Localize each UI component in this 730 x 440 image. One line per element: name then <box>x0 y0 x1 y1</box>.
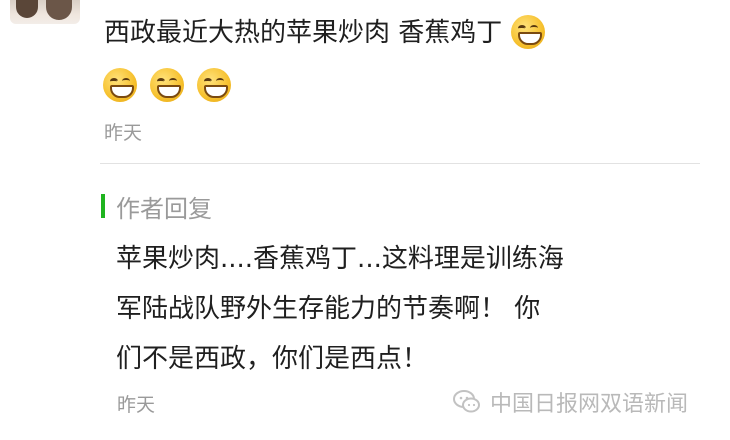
comment-content: 西政最近大热的苹果炒肉 香蕉鸡丁 <box>104 14 714 52</box>
reply-time: 昨天 <box>117 394 156 416</box>
grin-emoji <box>510 14 545 49</box>
reply-line: 们不是西政，你们是西点！ <box>116 344 429 374</box>
emoji-row <box>103 68 239 104</box>
comment-text: 西政最近大热的苹果炒肉 香蕉鸡丁 <box>104 18 503 48</box>
reply-line: 苹果炒肉....香蕉鸡丁...这料理是训练海 <box>116 244 564 274</box>
avatar-hair-left <box>16 0 38 18</box>
avatar-hair-right <box>46 0 72 20</box>
grin-emoji <box>150 68 185 102</box>
reply-accent-bar <box>101 194 105 218</box>
reply-content: 苹果炒肉....香蕉鸡丁...这料理是训练海 军陆战队野外生存能力的节奏啊！ 你… <box>116 234 716 384</box>
divider <box>100 163 700 164</box>
watermark: 中国日报网双语新闻 <box>452 385 688 419</box>
reply-line: 军陆战队野外生存能力的节奏啊！ 你 <box>116 294 541 324</box>
reply-title: 作者回复 <box>116 195 212 223</box>
grin-emoji <box>197 68 232 102</box>
watermark-text: 中国日报网双语新闻 <box>490 392 689 417</box>
wechat-icon <box>452 387 482 417</box>
avatar[interactable] <box>10 0 80 24</box>
comment-time: 昨天 <box>104 122 143 144</box>
grin-emoji <box>103 68 137 102</box>
